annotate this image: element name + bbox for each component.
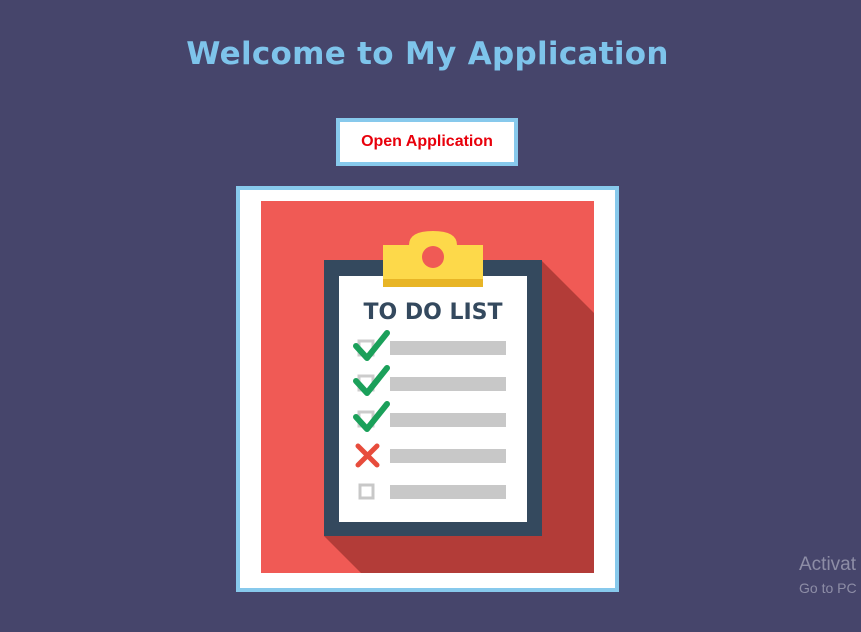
todo-item-bar [390,485,506,499]
activation-watermark-title: Activat [799,554,857,575]
activation-watermark: Activat Go to PC [799,554,857,598]
todo-item-bar [390,377,506,391]
todo-item-bar [390,341,506,355]
todo-item-bar [390,413,506,427]
page-title: Welcome to My Application [186,36,669,72]
open-application-button[interactable]: Open Application [336,118,518,166]
todo-item-bar [390,449,506,463]
todo-list-heading: TO DO LIST [363,300,502,325]
activation-watermark-subtitle: Go to PC [799,580,857,596]
todo-list-illustration: TO DO LIST [261,201,594,573]
todo-list-image-frame: TO DO LIST [236,186,619,592]
